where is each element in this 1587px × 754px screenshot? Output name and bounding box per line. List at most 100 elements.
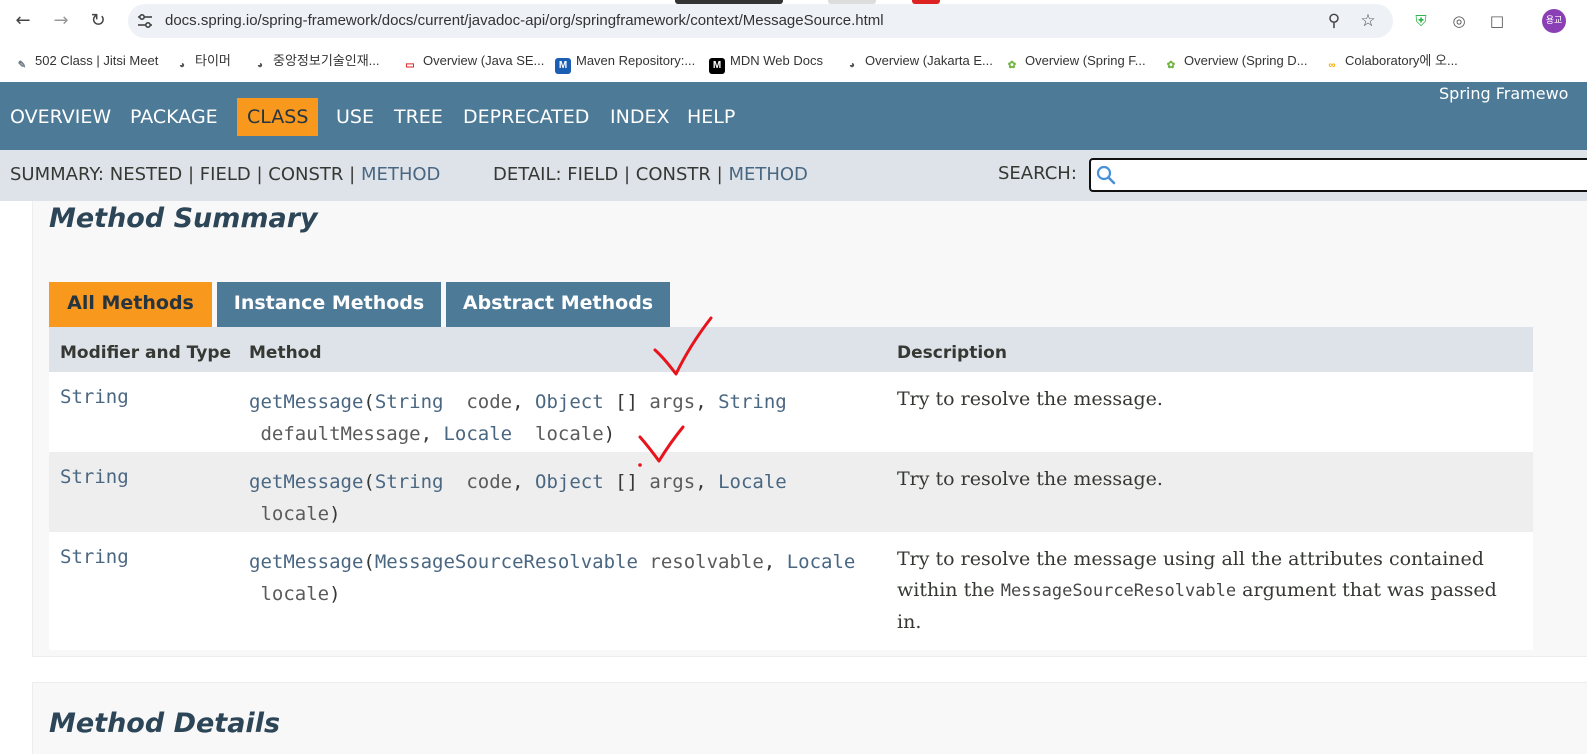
back-icon[interactable]: ←	[11, 9, 35, 33]
separator: |	[623, 164, 631, 185]
bookmark-label: 502 Class | Jitsi Meet	[35, 53, 159, 68]
oracle-icon: ▭	[405, 60, 415, 71]
bookmark-item[interactable]: M MDN Web Docs	[709, 51, 823, 74]
tab-all-methods[interactable]: All Methods	[49, 282, 212, 327]
summary-method-link[interactable]: METHOD	[361, 164, 440, 185]
parameter-name: locale	[249, 503, 330, 525]
parameter-name: locale	[512, 423, 604, 445]
type-link[interactable]: getMessage	[249, 391, 363, 413]
signature-line: locale)	[249, 578, 889, 610]
search-label: SEARCH:	[998, 163, 1077, 184]
table-row: String getMessage(String code, Object []…	[49, 372, 1533, 452]
signature-line: defaultMessage, Locale locale)	[249, 418, 889, 450]
type-link[interactable]: Object	[535, 471, 604, 493]
puzzle-icon[interactable]: □	[1486, 10, 1508, 32]
punctuation: ,	[695, 471, 719, 493]
address-row: ← → ↻ docs.spring.io/spring-framework/do…	[0, 0, 1587, 42]
punctuation: (	[363, 551, 375, 573]
detail-label: DETAIL:	[493, 164, 562, 185]
type-link[interactable]: MessageSourceResolvable	[375, 551, 638, 573]
javadoc-sub-nav: SUMMARY: NESTED | FIELD | CONSTR | METHO…	[0, 150, 1587, 201]
nav-tree[interactable]: TREE	[394, 98, 443, 136]
type-link[interactable]: Locale	[443, 423, 512, 445]
bookmark-item[interactable]: ▭ Overview (Java SE...	[402, 51, 544, 71]
punctuation: ,	[695, 391, 719, 413]
parameter-name: resolvable	[637, 551, 764, 573]
parameter-name: args	[649, 471, 696, 493]
spring-icon: ✿	[1007, 60, 1017, 71]
bookmarks-bar: ✎ 502 Class | Jitsi Meet ◕ 타이머 ◕ 중앙정보기술인재... ▭…	[0, 47, 1587, 75]
globe-icon: ◕	[848, 60, 856, 71]
signature-line: locale)	[249, 498, 889, 530]
return-type-link[interactable]: String	[60, 386, 129, 408]
bookmark-item[interactable]: ✎ 502 Class | Jitsi Meet	[14, 51, 159, 71]
bookmark-label: Overview (Jakarta E...	[865, 53, 993, 68]
header-description: Description	[897, 343, 1007, 363]
type-link[interactable]: getMessage	[249, 551, 363, 573]
separator: |	[187, 164, 195, 185]
bookmark-star-icon[interactable]: ☆	[1358, 11, 1378, 31]
bookmark-label: 타이머	[195, 53, 231, 68]
type-link[interactable]: Locale	[718, 471, 787, 493]
nav-use[interactable]: USE	[336, 98, 374, 136]
return-type-link[interactable]: String	[60, 546, 129, 568]
punctuation: )	[329, 583, 341, 605]
bookmark-label: 중앙정보기술인재...	[273, 53, 380, 68]
separator: |	[256, 164, 263, 185]
punctuation: ,	[512, 471, 536, 493]
bookmark-label: Maven Repository:...	[576, 53, 696, 68]
parameter-name: code	[443, 471, 513, 493]
punctuation: []	[603, 391, 650, 413]
tab-abstract-methods[interactable]: Abstract Methods	[446, 282, 670, 327]
bookmark-item[interactable]: ◕ 중앙정보기술인재...	[252, 51, 380, 71]
bookmark-label: Overview (Java SE...	[423, 53, 545, 68]
type-link[interactable]: getMessage	[249, 471, 363, 493]
reload-icon[interactable]: ↻	[86, 9, 110, 33]
detail-method-link[interactable]: METHOD	[728, 164, 807, 185]
bookmark-item[interactable]: ◕ 타이머	[174, 51, 231, 71]
nav-deprecated[interactable]: DEPRECATED	[463, 98, 589, 136]
nav-package[interactable]: PACKAGE	[130, 98, 218, 136]
return-type-link[interactable]: String	[60, 466, 129, 488]
nav-class[interactable]: CLASS	[237, 98, 319, 136]
bookmark-item[interactable]: ✿ Overview (Spring F...	[1004, 51, 1146, 71]
method-description: Try to resolve the message.	[897, 468, 1163, 490]
bookmark-item[interactable]: M Maven Repository:...	[555, 51, 696, 74]
mdn-icon: M	[709, 58, 725, 74]
forward-icon[interactable]: →	[49, 9, 73, 33]
punctuation: )	[603, 423, 616, 445]
bookmark-item[interactable]: ∞ Colaboratory에 오...	[1324, 51, 1457, 71]
site-info-icon[interactable]	[136, 12, 154, 30]
zoom-icon[interactable]: ⚲	[1324, 11, 1344, 31]
tab-instance-methods[interactable]: Instance Methods	[217, 282, 441, 327]
bookmark-item[interactable]: ✿ Overview (Spring D...	[1163, 51, 1308, 71]
browser-chrome: ← → ↻ docs.spring.io/spring-framework/do…	[0, 0, 1587, 82]
detail-links: DETAIL: FIELD | CONSTR | METHOD	[493, 164, 808, 185]
parameter-name: code	[443, 391, 513, 413]
bookmark-item[interactable]: ◕ Overview (Jakarta E...	[844, 51, 993, 71]
address-bar[interactable]: docs.spring.io/spring-framework/docs/cur…	[128, 4, 1393, 38]
type-link[interactable]: String	[375, 471, 444, 493]
type-link[interactable]: String	[375, 391, 444, 413]
about-title: Spring Framewo	[1439, 84, 1569, 103]
url-text[interactable]: docs.spring.io/spring-framework/docs/cur…	[165, 4, 884, 38]
description-code[interactable]: MessageSourceResolvable	[1001, 581, 1236, 601]
type-link[interactable]: Object	[535, 391, 604, 413]
nav-help[interactable]: HELP	[687, 98, 735, 136]
globe-icon: ◕	[178, 60, 186, 71]
table-row: String getMessage(MessageSourceResolvabl…	[49, 532, 1533, 650]
profile-avatar[interactable]: 용교	[1542, 9, 1566, 33]
search-input[interactable]	[1089, 158, 1587, 192]
method-description: Try to resolve the message using all the…	[897, 544, 1517, 638]
summary-constr: CONSTR	[268, 164, 344, 185]
parameter-name: args	[649, 391, 696, 413]
table-row: String getMessage(String code, Object []…	[49, 452, 1533, 532]
extension-icon[interactable]: ◎	[1448, 10, 1470, 32]
punctuation: []	[603, 471, 650, 493]
nav-overview[interactable]: OVERVIEW	[10, 98, 111, 136]
nav-index[interactable]: INDEX	[610, 98, 669, 136]
type-link[interactable]: String	[718, 391, 787, 413]
shield-extension-icon[interactable]: ⛨	[1410, 10, 1432, 32]
bookmark-label: Overview (Spring F...	[1025, 53, 1146, 68]
type-link[interactable]: Locale	[787, 551, 856, 573]
